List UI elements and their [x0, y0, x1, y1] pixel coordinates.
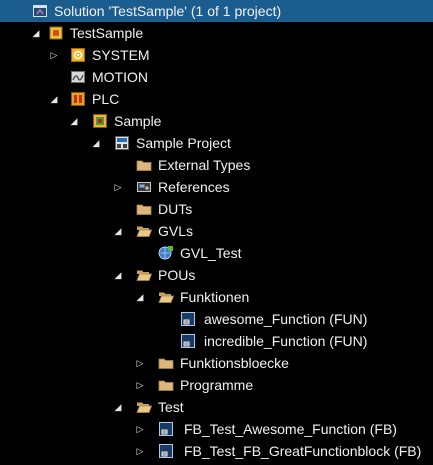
tree-item-label: Programme	[180, 377, 254, 393]
folder-open-icon	[136, 399, 152, 415]
system-icon	[70, 47, 86, 63]
tree-item-label: Sample Project	[136, 135, 231, 151]
plc-icon	[70, 91, 86, 107]
expanded-arrow-icon[interactable]: ◢	[90, 132, 102, 154]
gvl-icon	[158, 245, 174, 261]
tree-item-label: Sample	[114, 113, 162, 129]
tree-item-label: incredible_Function (FUN)	[204, 333, 368, 349]
expanded-arrow-icon[interactable]: ◢	[134, 286, 146, 308]
tree-item-label: References	[158, 179, 230, 195]
collapsed-arrow-icon[interactable]: ▷	[134, 352, 146, 374]
solution-icon	[32, 3, 48, 19]
collapsed-arrow-icon[interactable]: ▷	[112, 176, 124, 198]
tree-item-label: GVL_Test	[180, 245, 242, 261]
tree-item-label: POUs	[158, 267, 196, 283]
tree-item-label: awesome_Function (FUN)	[204, 311, 368, 327]
pou-icon	[180, 333, 196, 349]
tree-item-label: External Types	[158, 157, 251, 173]
tree-item-solution[interactable]: Solution 'TestSample' (1 of 1 project)	[0, 0, 433, 22]
collapsed-arrow-icon[interactable]: ▷	[134, 440, 146, 462]
expanded-arrow-icon[interactable]: ◢	[112, 264, 124, 286]
tree-item-label: Test	[158, 399, 184, 415]
tree-item-label: FB_Test_FB_GreatFunctionblock (FB)	[184, 443, 422, 459]
plc-project-icon	[92, 113, 108, 129]
collapsed-arrow-icon[interactable]: ▷	[134, 374, 146, 396]
tree-item-label: Funktionsbloecke	[180, 355, 289, 371]
collapsed-arrow-icon[interactable]: ▷	[48, 44, 60, 66]
pou-icon	[180, 311, 196, 327]
tree-item-label: Funktionen	[180, 289, 250, 305]
tree-item-label: SYSTEM	[92, 47, 150, 63]
solution-explorer-tree: Solution 'TestSample' (1 of 1 project) ◢…	[0, 0, 433, 465]
project-icon	[48, 25, 64, 41]
motion-icon	[70, 69, 86, 85]
references-icon	[136, 179, 152, 195]
expanded-arrow-icon[interactable]: ◢	[112, 396, 124, 418]
pou-icon	[158, 443, 174, 459]
folder-icon	[158, 355, 174, 371]
folder-open-icon	[136, 267, 152, 283]
tree-item-label: MOTION	[92, 69, 148, 85]
expanded-arrow-icon[interactable]: ◢	[112, 220, 124, 242]
tree-item-label: TestSample	[70, 25, 144, 41]
collapsed-arrow-icon[interactable]: ▷	[134, 418, 146, 440]
plc-instance-icon	[114, 135, 130, 151]
tree-item-label: PLC	[92, 91, 120, 107]
folder-icon	[158, 377, 174, 393]
folder-icon	[136, 157, 152, 173]
tree-item-label: DUTs	[158, 201, 193, 217]
expanded-arrow-icon[interactable]: ◢	[48, 88, 60, 110]
tree-item-label: FB_Test_Awesome_Function (FB)	[184, 421, 397, 437]
pou-icon	[158, 421, 174, 437]
tree-item-label: GVLs	[158, 223, 194, 239]
folder-open-icon	[158, 289, 174, 305]
folder-icon	[136, 201, 152, 217]
expanded-arrow-icon[interactable]: ◢	[30, 22, 42, 44]
tree-item-label: Solution 'TestSample' (1 of 1 project)	[54, 3, 282, 19]
expanded-arrow-icon[interactable]: ◢	[68, 110, 80, 132]
folder-open-icon	[136, 223, 152, 239]
